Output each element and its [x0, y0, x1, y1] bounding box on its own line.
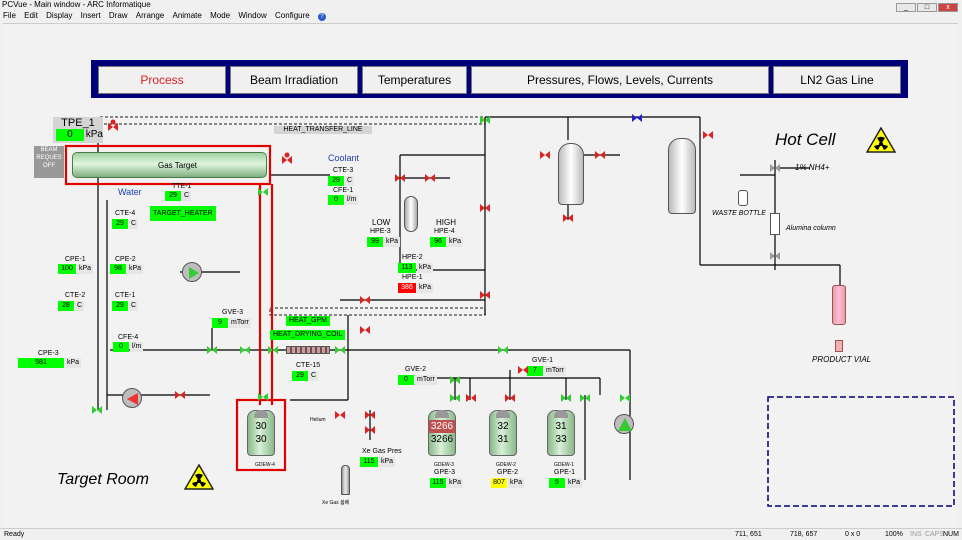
status-object-pos: 718, 657: [790, 531, 818, 538]
valve-layer: [92, 114, 780, 434]
status-ready: Ready: [4, 531, 25, 538]
status-size: 0 x 0: [845, 531, 861, 538]
status-num: NUM: [943, 531, 959, 538]
status-cursor-pos: 711, 651: [735, 531, 762, 538]
status-zoom: 100%: [885, 531, 903, 538]
status-bar: Ready 711, 651 718, 657 0 x 0 100% INS C…: [0, 528, 962, 539]
valve-icon: [92, 114, 780, 434]
status-ins: INS: [910, 531, 922, 538]
status-caps: CAPS: [925, 531, 945, 538]
